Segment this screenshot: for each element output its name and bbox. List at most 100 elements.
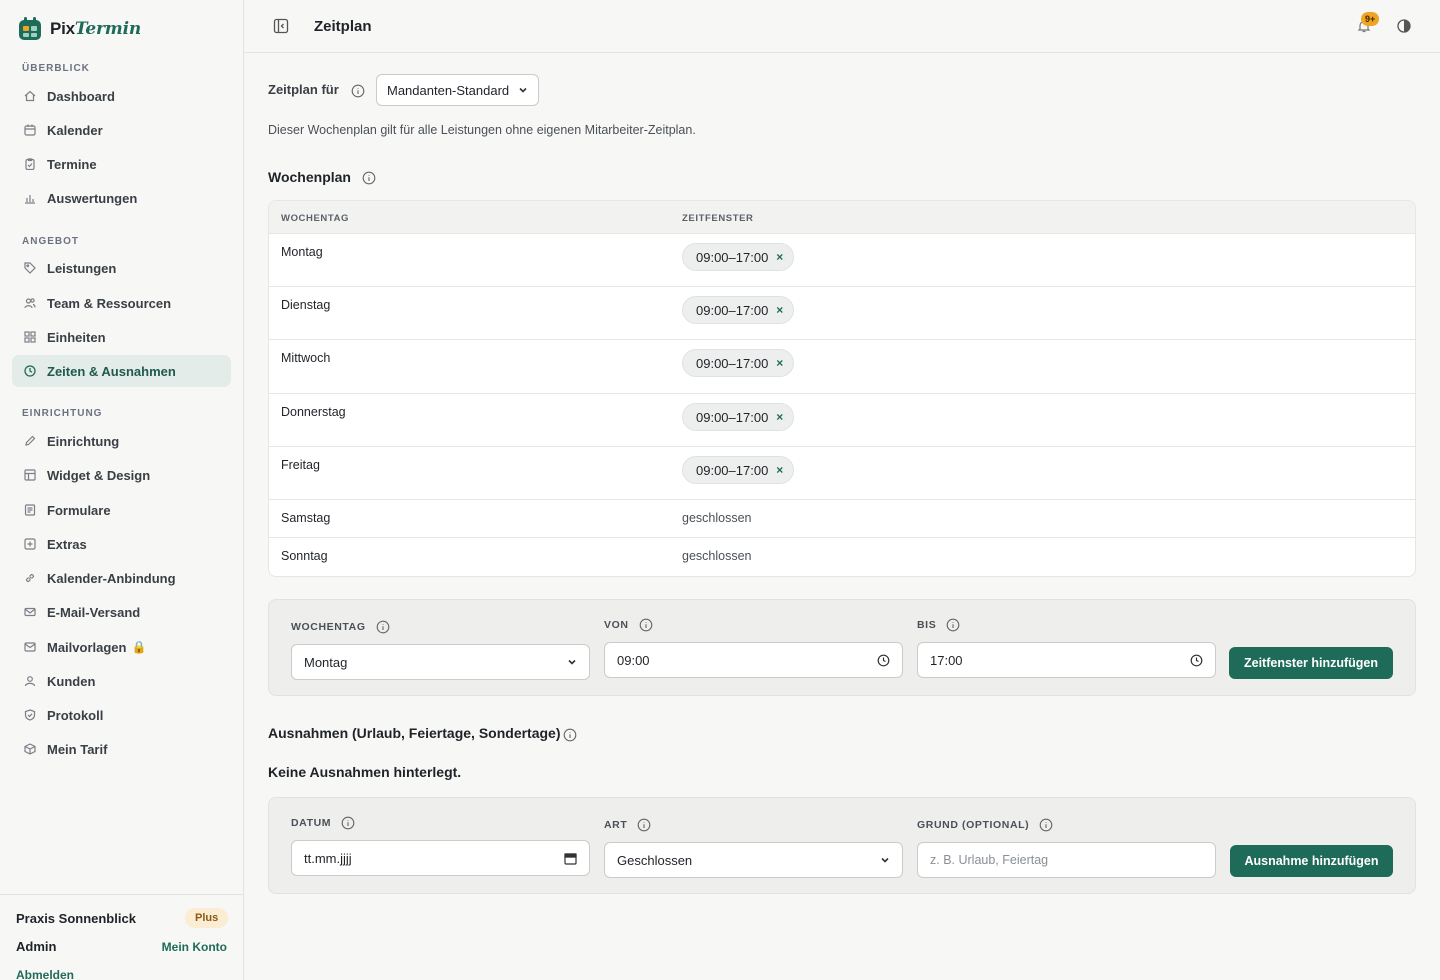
sidebar-item-label: Zeiten & Ausnahmen bbox=[47, 363, 176, 379]
time-window-text: 09:00–17:00 bbox=[696, 249, 769, 265]
time-window-chip: 09:00–17:00 × bbox=[682, 403, 795, 431]
top-bar: Zeitplan 9+ bbox=[244, 0, 1440, 53]
info-icon[interactable] bbox=[946, 618, 960, 632]
sidebar-item-label: Kunden bbox=[47, 673, 96, 689]
info-icon[interactable] bbox=[637, 818, 651, 832]
reason-placeholder: z. B. Urlaub, Feiertag bbox=[930, 853, 1049, 867]
reason-field-label: GRUND (OPTIONAL) bbox=[917, 818, 1053, 832]
chevron-down-icon bbox=[568, 659, 576, 665]
weekday-label: Donnerstag bbox=[281, 405, 346, 419]
sidebar-item-label: Kalender-Anbindung bbox=[47, 570, 176, 586]
chevron-down-icon bbox=[519, 87, 527, 93]
theme-toggle-icon[interactable] bbox=[1396, 18, 1412, 34]
sidebar-item-einheiten[interactable]: Einheiten bbox=[12, 321, 231, 353]
notification-badge: 9+ bbox=[1361, 12, 1380, 26]
column-header: WOCHENTAG bbox=[281, 213, 350, 224]
sidebar: PixTermin ÜBERBLICK ANGEBOT EINRICHTUNG … bbox=[0, 0, 244, 980]
info-icon[interactable] bbox=[563, 728, 577, 742]
weekday-select[interactable]: Montag bbox=[291, 644, 590, 680]
table-row: Montag 09:00–17:00 × bbox=[269, 234, 1415, 287]
sidebar-item-leistungen[interactable]: Leistungen bbox=[12, 252, 231, 284]
weekday-label: Samstag bbox=[281, 511, 331, 525]
plan-badge: Plus bbox=[185, 908, 229, 928]
add-window-panel: WOCHENTAG Montag VON 09:00 BIS 17:00 Zei… bbox=[268, 599, 1416, 696]
plus-square-icon bbox=[24, 538, 36, 550]
brand[interactable]: PixTermin bbox=[18, 17, 141, 41]
schedule-select[interactable]: Mandanten-Standard bbox=[376, 74, 539, 106]
document-icon bbox=[24, 504, 36, 516]
to-field-label: BIS bbox=[917, 618, 960, 632]
info-icon[interactable] bbox=[351, 84, 365, 98]
sidebar-item-mailvorlagen[interactable]: Mailvorlagen 🔒 bbox=[12, 631, 231, 663]
to-time-input[interactable]: 17:00 bbox=[917, 642, 1216, 678]
remove-window-button[interactable]: × bbox=[776, 250, 783, 264]
from-field-label: VON bbox=[604, 618, 653, 632]
schedule-for-label: Zeitplan für bbox=[268, 82, 339, 97]
sidebar-item-team[interactable]: Team & Ressourcen bbox=[12, 287, 231, 319]
add-time-window-button[interactable]: Zeitfenster hinzufügen bbox=[1229, 647, 1393, 679]
calendar-icon bbox=[24, 124, 36, 136]
link-icon bbox=[25, 573, 35, 583]
sidebar-item-email-versand[interactable]: E-Mail-Versand bbox=[12, 596, 231, 628]
app-logo-icon bbox=[19, 17, 41, 40]
weekday-label: Dienstag bbox=[281, 298, 331, 312]
remove-window-button[interactable]: × bbox=[776, 463, 783, 477]
sidebar-item-label: Einrichtung bbox=[47, 433, 120, 449]
sidebar-item-mein-tarif[interactable]: Mein Tarif bbox=[12, 733, 231, 765]
nav-section-title: ÜBERBLICK bbox=[22, 63, 90, 74]
org-name: Praxis Sonnenblick bbox=[16, 911, 136, 926]
exception-type-value: Geschlossen bbox=[617, 852, 693, 868]
my-account-link[interactable]: Mein Konto bbox=[162, 940, 227, 954]
sidebar-item-auswertungen[interactable]: Auswertungen bbox=[12, 182, 231, 214]
sidebar-item-extras[interactable]: Extras bbox=[12, 528, 231, 560]
exceptions-title: Ausnahmen (Urlaub, Feiertage, Sondertage… bbox=[268, 725, 561, 741]
from-time-value: 09:00 bbox=[617, 652, 650, 668]
weekday-field-label: WOCHENTAG bbox=[291, 620, 390, 634]
date-input-value: tt.mm.jjjj bbox=[304, 850, 352, 866]
weekday-label: Sonntag bbox=[281, 549, 328, 563]
info-icon[interactable] bbox=[1039, 818, 1053, 832]
sidebar-item-kalender-anbindung[interactable]: Kalender-Anbindung bbox=[12, 562, 231, 594]
info-icon[interactable] bbox=[341, 816, 355, 830]
schedule-select-value: Mandanten-Standard bbox=[387, 82, 510, 98]
info-icon[interactable] bbox=[376, 620, 390, 634]
calendar-icon bbox=[564, 852, 577, 865]
sidebar-item-formulare[interactable]: Formulare bbox=[12, 494, 231, 526]
layout-icon bbox=[24, 469, 36, 481]
info-icon[interactable] bbox=[639, 618, 653, 632]
from-time-input[interactable]: 09:00 bbox=[604, 642, 903, 678]
table-row: Mittwoch 09:00–17:00 × bbox=[269, 340, 1415, 394]
sidebar-item-kunden[interactable]: Kunden bbox=[12, 665, 231, 697]
sidebar-item-label: Auswertungen bbox=[47, 190, 138, 206]
no-exceptions-text: Keine Ausnahmen hinterlegt. bbox=[268, 764, 462, 780]
sidebar-item-label: Formulare bbox=[47, 502, 111, 518]
mail-icon bbox=[24, 607, 36, 617]
shield-icon bbox=[24, 709, 36, 721]
add-exception-panel: DATUM tt.mm.jjjj ART Geschlossen GRUND (… bbox=[268, 797, 1416, 894]
reason-input[interactable]: z. B. Urlaub, Feiertag bbox=[917, 842, 1216, 878]
sidebar-item-widget-design[interactable]: Widget & Design bbox=[12, 459, 231, 491]
remove-window-button[interactable]: × bbox=[776, 356, 783, 370]
remove-window-button[interactable]: × bbox=[776, 410, 783, 424]
sidebar-item-einrichtung[interactable]: Einrichtung bbox=[12, 425, 231, 457]
sidebar-item-protokoll[interactable]: Protokoll bbox=[12, 699, 231, 731]
time-window-text: 09:00–17:00 bbox=[696, 355, 769, 371]
logout-link[interactable]: Abmelden bbox=[16, 968, 74, 980]
sidebar-item-zeiten-ausnahmen[interactable]: Zeiten & Ausnahmen bbox=[12, 355, 231, 387]
date-input[interactable]: tt.mm.jjjj bbox=[291, 840, 590, 876]
remove-window-button[interactable]: × bbox=[776, 303, 783, 317]
time-window-chip: 09:00–17:00 × bbox=[682, 243, 795, 271]
info-icon[interactable] bbox=[362, 171, 376, 185]
sidebar-item-termine[interactable]: Termine bbox=[12, 148, 231, 180]
clipboard-icon bbox=[25, 158, 35, 170]
date-field-label: DATUM bbox=[291, 816, 355, 830]
add-exception-button[interactable]: Ausnahme hinzufügen bbox=[1230, 845, 1393, 877]
sidebar-footer: Praxis Sonnenblick Plus Admin Mein Konto… bbox=[0, 894, 243, 980]
table-row: Freitag 09:00–17:00 × bbox=[269, 447, 1415, 500]
exception-type-select[interactable]: Geschlossen bbox=[604, 842, 903, 878]
sidebar-item-kalender[interactable]: Kalender bbox=[12, 114, 231, 146]
sidebar-item-label: Einheiten bbox=[47, 329, 106, 345]
sidebar-item-dashboard[interactable]: Dashboard bbox=[12, 80, 231, 112]
sidebar-item-label: Mailvorlagen bbox=[47, 639, 127, 655]
sidebar-toggle-icon[interactable] bbox=[273, 18, 289, 34]
